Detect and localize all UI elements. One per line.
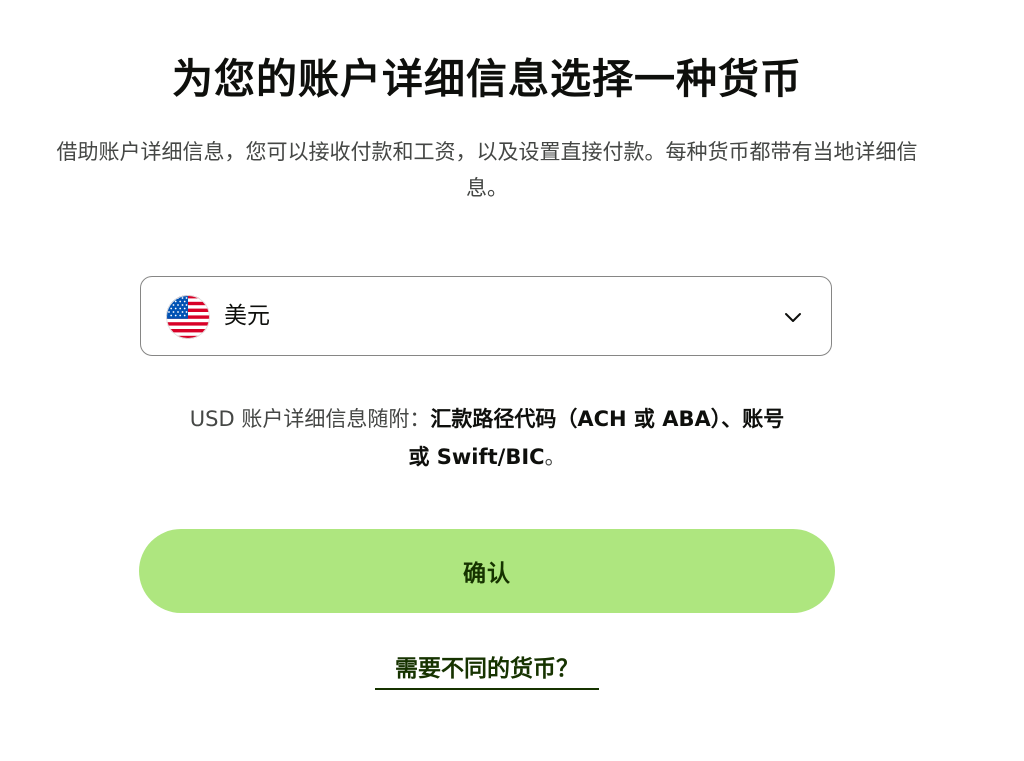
account-details-prefix: USD 账户详细信息随附： bbox=[189, 407, 431, 431]
page-title: 为您的账户详细信息选择一种货币 bbox=[172, 55, 802, 103]
different-currency-link[interactable]: 需要不同的货币？ bbox=[375, 650, 599, 690]
confirm-button[interactable]: 确认 bbox=[139, 529, 835, 613]
page-subtitle: 借助账户详细信息，您可以接收付款和工资，以及设置直接付款。每种货币都带有当地详细… bbox=[56, 140, 918, 200]
account-details-bold-1: 汇款路径代码（ACH 或 ABA）、账号 bbox=[430, 407, 785, 431]
chevron-down-icon[interactable] bbox=[781, 305, 805, 329]
account-details-bold-2: 或 Swift/BIC bbox=[408, 445, 545, 469]
currency-select[interactable]: 美元 bbox=[140, 276, 832, 356]
currency-select-value: 美元 bbox=[224, 303, 270, 329]
us-flag-icon bbox=[166, 295, 210, 339]
account-details-info: USD 账户详细信息随附：汇款路径代码（ACH 或 ABA）、账号或 Swift… bbox=[120, 400, 854, 476]
account-details-suffix: 。 bbox=[544, 445, 566, 469]
